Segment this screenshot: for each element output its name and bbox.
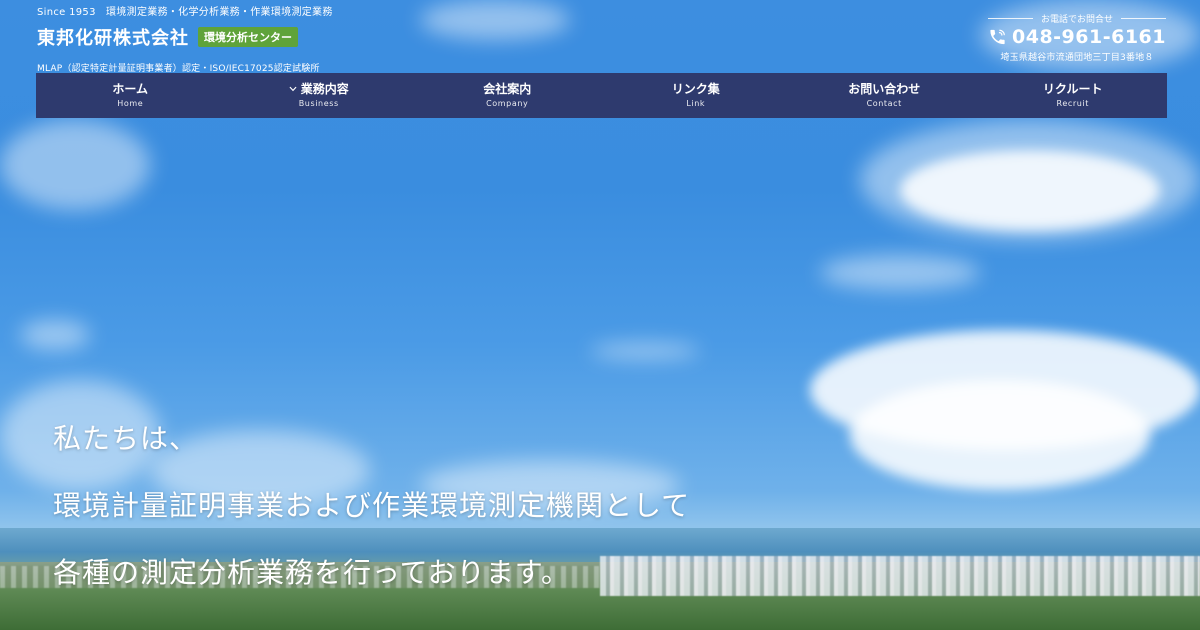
chevron-down-icon xyxy=(289,86,297,92)
hero-line-2: 環境計量証明事業および作業環境測定機関として xyxy=(53,489,691,522)
company-name[interactable]: 東邦化研株式会社 xyxy=(37,24,189,50)
nav-sublabel: Contact xyxy=(866,98,902,108)
nav-item-contact[interactable]: お問い合わせ Contact xyxy=(790,73,979,118)
nav-label: リクルート xyxy=(1042,81,1103,96)
nav-sublabel: Company xyxy=(486,98,529,108)
nav-item-recruit[interactable]: リクルート Recruit xyxy=(979,73,1168,118)
nav-item-company[interactable]: 会社案内 Company xyxy=(413,73,602,118)
divider xyxy=(1121,18,1167,19)
center-badge: 環境分析センター xyxy=(198,27,298,47)
nav-label: お問い合わせ xyxy=(848,81,921,96)
nav-item-link[interactable]: リンク集 Link xyxy=(602,73,791,118)
main-nav: ホーム Home 業務内容 Business 会社案内 Company リンク集… xyxy=(36,73,1167,118)
cloud xyxy=(20,320,90,350)
nav-label: 業務内容 xyxy=(300,81,349,96)
nav-label-row: 業務内容 xyxy=(289,82,349,97)
contact-label: お電話でお問合せ xyxy=(988,12,1167,25)
nav-label: リンク集 xyxy=(671,81,720,96)
nav-sublabel: Home xyxy=(117,98,144,108)
tagline: Since 1953 環境測定業務・化学分析業務・作業環境測定業務 xyxy=(37,7,333,18)
hero-copy: 私たちは、 環境計量証明事業および作業環境測定機関として 各種の測定分析業務を行… xyxy=(53,424,690,625)
logo-row[interactable]: 東邦化研株式会社 環境分析センター xyxy=(37,24,337,50)
site-branding: Since 1953 環境測定業務・化学分析業務・作業環境測定業務 東邦化研株式… xyxy=(37,6,337,74)
nav-sublabel: Business xyxy=(298,98,339,108)
nav-label: 会社案内 xyxy=(483,81,532,96)
nav-label: ホーム xyxy=(112,81,149,96)
cloud xyxy=(0,120,150,210)
contact-block: お電話でお問合せ 048-961-6161 埼玉県越谷市流通団地三丁目3番地８ xyxy=(988,12,1167,63)
address: 埼玉県越谷市流通団地三丁目3番地８ xyxy=(1000,53,1154,63)
nav-item-business[interactable]: 業務内容 Business xyxy=(225,73,414,118)
cloud xyxy=(590,343,700,359)
cloud xyxy=(900,150,1160,230)
hero-line-1: 私たちは、 xyxy=(53,422,199,455)
contact-label-text: お電話でお問合せ xyxy=(1041,15,1114,25)
phone-number[interactable]: 048-961-6161 xyxy=(1012,26,1166,48)
cloud xyxy=(420,0,570,40)
divider xyxy=(988,18,1033,19)
cloud xyxy=(850,380,1150,490)
phone-link[interactable]: 048-961-6161 xyxy=(988,26,1166,48)
nav-sublabel: Recruit xyxy=(1056,98,1089,108)
cloud xyxy=(820,255,980,290)
nav-item-home[interactable]: ホーム Home xyxy=(36,73,225,118)
hero-line-3: 各種の測定分析業務を行っております。 xyxy=(53,556,570,589)
phone-icon xyxy=(990,29,1005,45)
nav-sublabel: Link xyxy=(686,98,706,108)
